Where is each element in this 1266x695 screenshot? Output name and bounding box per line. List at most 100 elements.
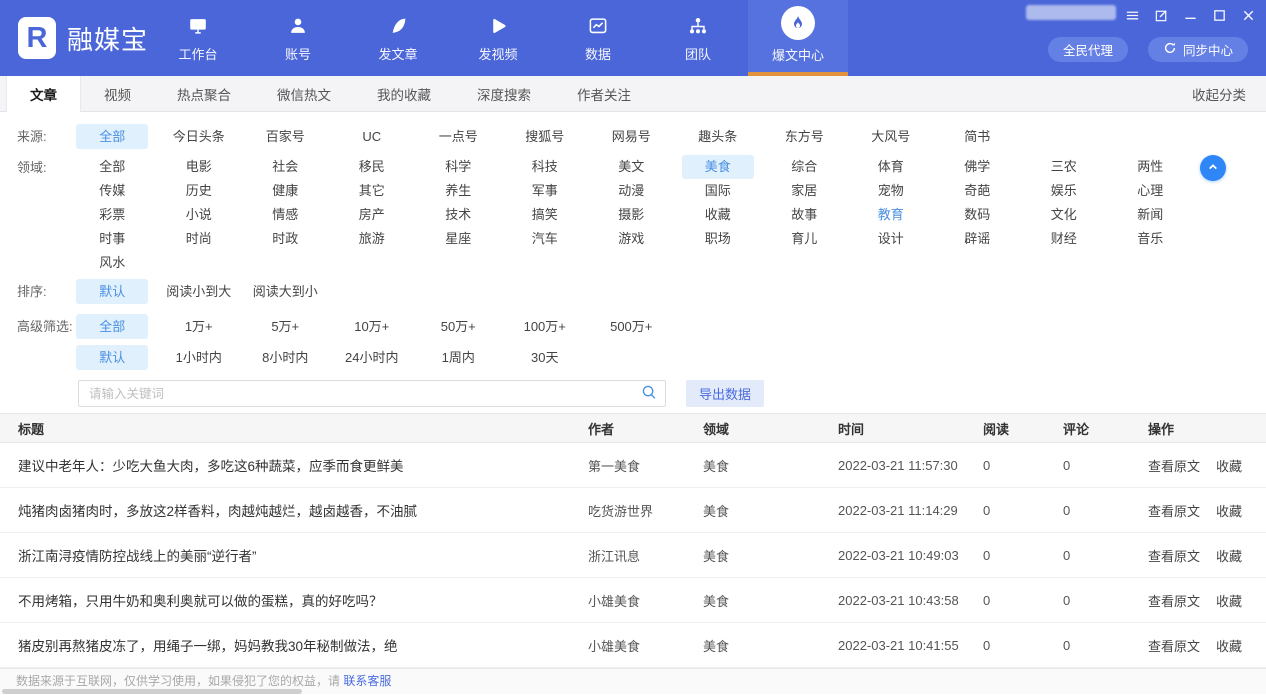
category-chip[interactable]: 佛学	[934, 155, 1021, 179]
favorite-link[interactable]: 收藏	[1216, 501, 1242, 520]
sort-chip[interactable]: 阅读大到小	[242, 279, 329, 304]
category-chip[interactable]: 体育	[848, 155, 935, 179]
category-chip[interactable]: 辟谣	[934, 227, 1021, 251]
category-chip[interactable]: 国际	[675, 179, 762, 203]
nav-accounts[interactable]: 账号	[248, 0, 348, 76]
view-original-link[interactable]: 查看原文	[1148, 591, 1200, 610]
category-chip[interactable]: 设计	[848, 227, 935, 251]
article-title[interactable]: 不用烤箱，只用牛奶和奥利奥就可以做的蛋糕，真的好吃吗？	[18, 590, 588, 610]
article-title[interactable]: 浙江南浔疫情防控战线上的美丽“逆行者”	[18, 545, 588, 565]
favorite-link[interactable]: 收藏	[1216, 591, 1242, 610]
category-chip[interactable]: 养生	[415, 179, 502, 203]
category-chip[interactable]: 娱乐	[1021, 179, 1108, 203]
category-chip[interactable]: 时尚	[156, 227, 243, 251]
category-chip[interactable]: 美文	[588, 155, 675, 179]
nav-team[interactable]: 团队	[648, 0, 748, 76]
category-chip[interactable]: 彩票	[69, 203, 156, 227]
favorite-link[interactable]: 收藏	[1216, 546, 1242, 565]
category-chip[interactable]: 故事	[761, 203, 848, 227]
reads-chip[interactable]: 全部	[76, 314, 148, 339]
minimize-icon[interactable]	[1182, 7, 1198, 23]
category-chip[interactable]: 军事	[502, 179, 589, 203]
horizontal-scrollbar[interactable]	[2, 689, 302, 694]
search-button[interactable]	[633, 383, 665, 404]
view-original-link[interactable]: 查看原文	[1148, 636, 1200, 655]
category-chip[interactable]: 数码	[934, 203, 1021, 227]
category-chip[interactable]: 三农	[1021, 155, 1108, 179]
source-chip[interactable]: 大风号	[848, 124, 935, 149]
source-chip[interactable]: 趣头条	[675, 124, 762, 149]
tab-articles[interactable]: 文章	[6, 76, 81, 112]
agent-button[interactable]: 全民代理	[1048, 37, 1128, 62]
category-chip[interactable]: 财经	[1021, 227, 1108, 251]
category-chip[interactable]: 文化	[1021, 203, 1108, 227]
sort-chip[interactable]: 默认	[76, 279, 148, 304]
source-chip[interactable]: 全部	[76, 124, 148, 149]
category-chip[interactable]: 电影	[156, 155, 243, 179]
source-chip[interactable]: 一点号	[415, 124, 502, 149]
category-chip[interactable]: 社会	[242, 155, 329, 179]
maximize-icon[interactable]	[1211, 7, 1227, 23]
source-chip[interactable]: 简书	[934, 124, 1021, 149]
reads-chip[interactable]: 100万+	[502, 314, 589, 339]
source-chip[interactable]: 搜狐号	[502, 124, 589, 149]
category-chip[interactable]: 移民	[329, 155, 416, 179]
source-chip[interactable]: 东方号	[761, 124, 848, 149]
view-original-link[interactable]: 查看原文	[1148, 501, 1200, 520]
article-title[interactable]: 猪皮别再熬猪皮冻了，用绳子一绑，妈妈教我30年秘制做法，绝	[18, 635, 588, 655]
category-chip[interactable]: 摄影	[588, 203, 675, 227]
source-chip[interactable]: UC	[329, 124, 416, 149]
category-chip[interactable]: 搞笑	[502, 203, 589, 227]
category-chip[interactable]: 其它	[329, 179, 416, 203]
contact-support-link[interactable]: 联系客服	[343, 674, 391, 688]
category-chip[interactable]: 动漫	[588, 179, 675, 203]
category-chip[interactable]: 技术	[415, 203, 502, 227]
menu-icon[interactable]	[1124, 7, 1140, 23]
category-chip[interactable]: 综合	[761, 155, 848, 179]
tab-videos[interactable]: 视频	[81, 76, 154, 111]
reads-chip[interactable]: 5万+	[242, 314, 329, 339]
source-chip[interactable]: 网易号	[588, 124, 675, 149]
category-chip[interactable]: 教育	[848, 203, 935, 227]
category-chip[interactable]: 情感	[242, 203, 329, 227]
category-chip[interactable]: 星座	[415, 227, 502, 251]
time-chip[interactable]: 8小时内	[242, 345, 329, 370]
category-chip[interactable]: 风水	[69, 251, 156, 275]
time-chip[interactable]: 1小时内	[156, 345, 243, 370]
category-chip[interactable]: 时政	[242, 227, 329, 251]
reads-chip[interactable]: 10万+	[329, 314, 416, 339]
category-chip[interactable]: 全部	[69, 155, 156, 179]
view-original-link[interactable]: 查看原文	[1148, 546, 1200, 565]
category-chip[interactable]: 美食	[682, 155, 754, 179]
category-chip[interactable]: 汽车	[502, 227, 589, 251]
category-chip[interactable]: 家居	[761, 179, 848, 203]
category-chip[interactable]: 育儿	[761, 227, 848, 251]
category-chip[interactable]: 房产	[329, 203, 416, 227]
source-chip[interactable]: 百家号	[242, 124, 329, 149]
reads-chip[interactable]: 500万+	[588, 314, 675, 339]
category-chip[interactable]: 宠物	[848, 179, 935, 203]
favorite-link[interactable]: 收藏	[1216, 456, 1242, 475]
article-title[interactable]: 建议中老年人：少吃大鱼大肉，多吃这6种蔬菜，应季而食更鲜美	[18, 455, 588, 475]
category-chip[interactable]: 新闻	[1107, 203, 1194, 227]
category-chip[interactable]: 心理	[1107, 179, 1194, 203]
category-chip[interactable]: 历史	[156, 179, 243, 203]
view-original-link[interactable]: 查看原文	[1148, 456, 1200, 475]
article-title[interactable]: 炖猪肉卤猪肉时，多放这2样香料，肉越炖越烂，越卤越香，不油腻	[18, 500, 588, 520]
close-icon[interactable]	[1240, 7, 1256, 23]
time-chip[interactable]: 30天	[502, 345, 589, 370]
category-chip[interactable]: 时事	[69, 227, 156, 251]
collapse-categories-button[interactable]	[1200, 155, 1226, 181]
sort-chip[interactable]: 阅读小到大	[156, 279, 243, 304]
collapse-categories-link[interactable]: 收起分类	[1192, 76, 1266, 111]
category-chip[interactable]: 收藏	[675, 203, 762, 227]
category-chip[interactable]: 两性	[1107, 155, 1194, 179]
category-chip[interactable]: 科学	[415, 155, 502, 179]
nav-workbench[interactable]: 工作台	[148, 0, 248, 76]
category-chip[interactable]: 科技	[502, 155, 589, 179]
search-input[interactable]	[79, 387, 633, 401]
category-chip[interactable]: 健康	[242, 179, 329, 203]
time-chip[interactable]: 默认	[76, 345, 148, 370]
category-chip[interactable]: 小说	[156, 203, 243, 227]
export-data-button[interactable]: 导出数据	[686, 380, 764, 407]
